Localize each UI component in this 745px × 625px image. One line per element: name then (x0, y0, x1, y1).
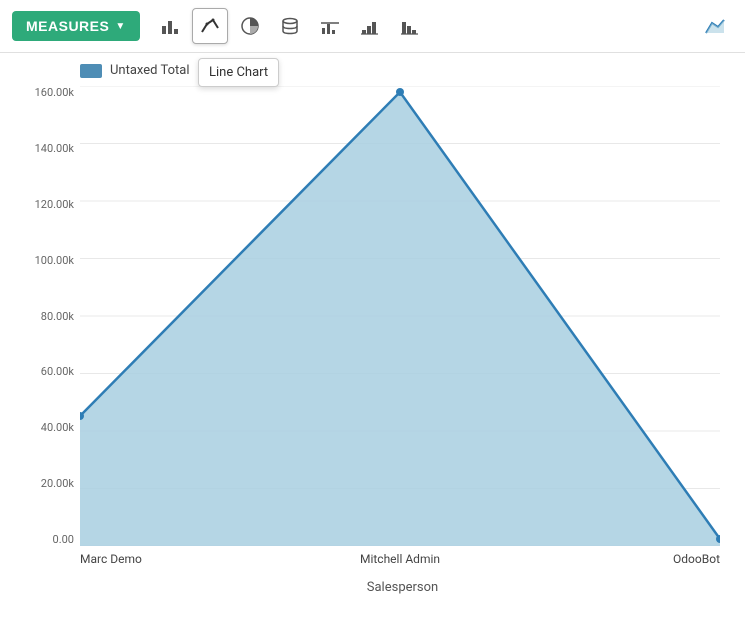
toolbar: MEASURES ▼ (0, 0, 745, 53)
legend-label: Untaxed Total (110, 63, 189, 78)
y-label-160: 160.00k (35, 86, 74, 99)
x-axis-title: Salesperson (80, 580, 725, 595)
line-chart-tooltip: Line Chart (198, 58, 279, 87)
measures-button[interactable]: MEASURES ▼ (12, 11, 140, 41)
legend-color-swatch (80, 64, 102, 78)
y-label-80: 80.00k (41, 310, 74, 323)
y-label-120: 120.00k (35, 198, 74, 211)
mountain-chart-button[interactable] (697, 8, 733, 44)
chart-legend: Untaxed Total (80, 63, 725, 78)
line-chart-button[interactable] (192, 8, 228, 44)
area-bar-button[interactable] (312, 8, 348, 44)
sort-asc-button[interactable] (352, 8, 388, 44)
y-label-60: 60.00k (41, 365, 74, 378)
y-axis: 160.00k 140.00k 120.00k 100.00k 80.00k 6… (20, 86, 80, 546)
sort-asc-icon (360, 16, 380, 36)
chart-container: 160.00k 140.00k 120.00k 100.00k 80.00k 6… (20, 86, 720, 576)
sort-desc-icon (400, 16, 420, 36)
y-label-20: 20.00k (41, 477, 74, 490)
y-label-140: 140.00k (35, 142, 74, 155)
line-chart-svg (80, 86, 720, 546)
pie-chart-button[interactable] (232, 8, 268, 44)
tooltip-label: Line Chart (209, 65, 268, 80)
bar-chart-icon (160, 16, 180, 36)
x-label-mitchell: Mitchell Admin (340, 552, 460, 566)
measures-chevron: ▼ (115, 21, 125, 32)
y-label-0: 0.00 (53, 533, 74, 546)
line-chart-icon (200, 16, 220, 36)
stack-icon (280, 16, 300, 36)
x-axis: Marc Demo Mitchell Admin OdooBot (80, 546, 720, 576)
y-label-100: 100.00k (35, 254, 74, 267)
mountain-chart-icon (704, 15, 726, 37)
chart-area: Untaxed Total 160.00k 140.00k 120.00k 10… (0, 53, 745, 615)
bar-chart-button[interactable] (152, 8, 188, 44)
chart-inner (80, 86, 720, 546)
data-point-mitchell (396, 88, 404, 96)
area-bar-icon (320, 16, 340, 36)
pie-chart-icon (240, 16, 260, 36)
x-label-marc: Marc Demo (80, 552, 160, 566)
sort-desc-button[interactable] (392, 8, 428, 44)
x-label-odoobot: OdooBot (640, 552, 720, 566)
y-label-40: 40.00k (41, 421, 74, 434)
measures-label: MEASURES (26, 18, 109, 34)
stack-chart-button[interactable] (272, 8, 308, 44)
